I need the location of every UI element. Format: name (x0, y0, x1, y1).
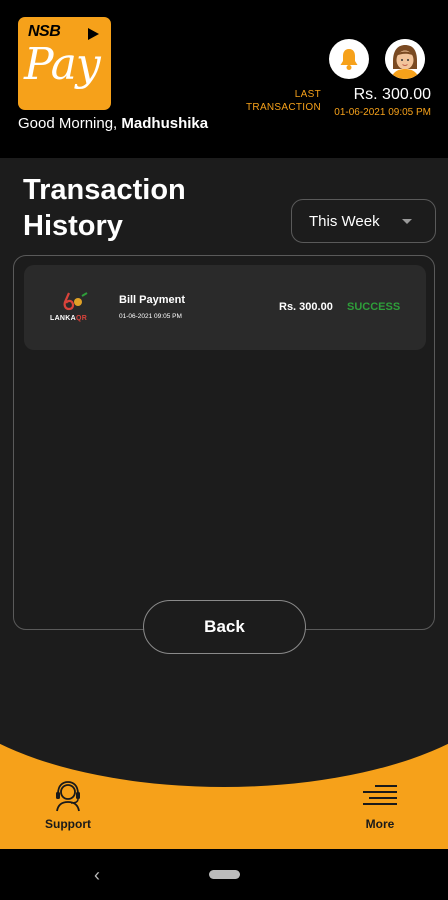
profile-avatar[interactable] (385, 39, 425, 79)
page-title-line2: History (23, 210, 123, 242)
last-transaction-label-line2: TRANSACTION (246, 102, 321, 113)
transaction-name: Bill Payment (119, 294, 186, 306)
bell-icon (340, 49, 358, 70)
period-filter-value: This Week (309, 212, 380, 230)
page-title-line1: Transaction (23, 174, 186, 206)
user-name: Madhushika (121, 115, 209, 132)
notification-button[interactable] (329, 39, 369, 79)
headset-icon (56, 781, 80, 812)
nav-support[interactable]: Support (38, 780, 98, 831)
lankaqr-wordmark-main: LANKA (50, 315, 76, 322)
system-nav-bar: ‹ (0, 849, 448, 900)
avatar-illustration (385, 39, 425, 79)
caret-down-icon (402, 219, 412, 224)
nsb-pay-logo: NSB Pay (18, 17, 111, 110)
last-transaction-date: 01-06-2021 09:05 PM (334, 107, 431, 118)
lankaqr-logo: LANKAQR (49, 290, 101, 330)
app-header: NSB Pay Good Morning, Madhushika LAST TR… (0, 0, 448, 158)
menu-lines-icon (363, 785, 397, 805)
page-title: Transaction History (23, 172, 223, 244)
chevron-left-icon[interactable]: ‹ (94, 865, 100, 886)
greeting-prefix: Good Morning, (18, 115, 118, 132)
transaction-status: SUCCESS (347, 301, 401, 313)
nav-support-label: Support (45, 817, 91, 831)
nav-more-label: More (365, 817, 395, 831)
home-pill[interactable] (209, 870, 240, 879)
lankaqr-emblem-icon (63, 292, 88, 311)
lankaqr-wordmark-accent: QR (76, 315, 88, 322)
nav-more[interactable]: More (350, 780, 410, 831)
period-filter-dropdown[interactable]: This Week (291, 199, 436, 243)
bottom-nav: Support More (0, 742, 448, 849)
last-transaction-label-line1: LAST (294, 89, 321, 100)
lankaqr-wordmark: LANKAQR (50, 315, 87, 322)
transaction-list: LANKAQR Bill Payment 01-06-2021 09:05 PM… (13, 255, 435, 630)
transaction-card[interactable]: LANKAQR Bill Payment 01-06-2021 09:05 PM… (24, 265, 426, 350)
last-transaction-amount: Rs. 300.00 (353, 86, 431, 103)
last-transaction-label: LAST TRANSACTION (246, 88, 321, 114)
transaction-amount: Rs. 300.00 (279, 301, 333, 313)
greeting: Good Morning, Madhushika (18, 115, 208, 132)
transaction-date: 01-06-2021 09:05 PM (119, 313, 182, 320)
logo-product: Pay (24, 39, 101, 90)
back-button[interactable]: Back (143, 600, 306, 654)
